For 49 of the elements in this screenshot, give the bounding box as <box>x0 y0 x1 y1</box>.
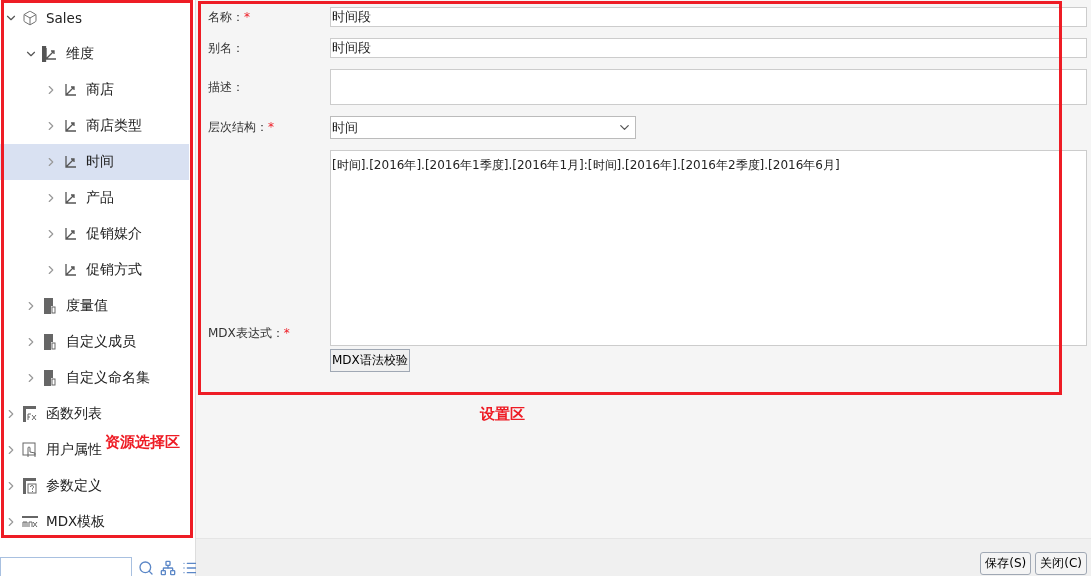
document-icon <box>42 334 58 350</box>
tree-icon[interactable] <box>160 560 176 576</box>
annotation-label: 资源选择区 <box>105 433 180 452</box>
field-label: 别名： <box>208 39 245 57</box>
text-field[interactable]: 时间段 <box>330 7 1087 27</box>
hand-icon <box>22 442 38 458</box>
text-area[interactable] <box>330 69 1087 105</box>
text-field[interactable]: 时间段 <box>330 38 1087 58</box>
axis-icon <box>62 154 78 170</box>
help-icon <box>22 478 38 494</box>
save-button[interactable]: 保存(S) <box>980 552 1032 575</box>
tree-item[interactable]: 商店 <box>0 72 114 108</box>
axis-icon <box>62 262 78 278</box>
tree-item[interactable]: 商店类型 <box>0 108 142 144</box>
axis-icon <box>62 118 78 134</box>
list-icon[interactable] <box>182 560 198 576</box>
tree-item[interactable]: 自定义成员 <box>0 324 136 360</box>
search-icon[interactable] <box>138 560 154 576</box>
tree-item[interactable]: 促销媒介 <box>0 216 142 252</box>
axis-icon <box>62 190 78 206</box>
tree-item[interactable]: 维度 <box>0 36 94 72</box>
tree-item[interactable]: 参数定义 <box>0 468 102 504</box>
tree-item[interactable]: Sales <box>0 0 82 36</box>
tree-item[interactable]: 促销方式 <box>0 252 142 288</box>
validate-button[interactable]: MDX语法校验 <box>330 349 410 372</box>
function-icon <box>22 406 38 422</box>
document-icon <box>42 370 58 386</box>
field-label: 描述： <box>208 78 245 96</box>
mdx-editor[interactable]: [时间].[2016年].[2016年1季度].[2016年1月]:[时间].[2016年].[2016年2季度].[2016年6月] <box>330 150 1087 346</box>
hierarchy-select[interactable]: 时间 <box>330 116 636 139</box>
mdx-icon <box>22 514 38 530</box>
axis-icon <box>62 226 78 242</box>
field-label: 层次结构：* <box>208 119 275 136</box>
tree-item[interactable]: 函数列表 <box>0 396 102 432</box>
tree-item[interactable]: 度量值 <box>0 288 108 324</box>
field-label: 名称：* <box>208 8 251 26</box>
document-icon <box>42 298 58 314</box>
axis-icon <box>62 82 78 98</box>
tree-item[interactable]: 产品 <box>0 180 114 216</box>
tree-item[interactable]: MDX模板 <box>0 504 106 540</box>
annotation-label: 设置区 <box>480 405 525 424</box>
tree-item[interactable]: 时间 <box>0 144 189 180</box>
tree-item[interactable]: 用户属性 <box>0 432 102 468</box>
field-label: MDX表达式：* <box>208 326 290 340</box>
close-button[interactable]: 关闭(C) <box>1035 552 1087 575</box>
search-field[interactable] <box>0 557 132 576</box>
axis-icon <box>42 46 58 62</box>
tree-item[interactable]: 自定义命名集 <box>0 360 150 396</box>
cube-icon <box>22 10 38 26</box>
